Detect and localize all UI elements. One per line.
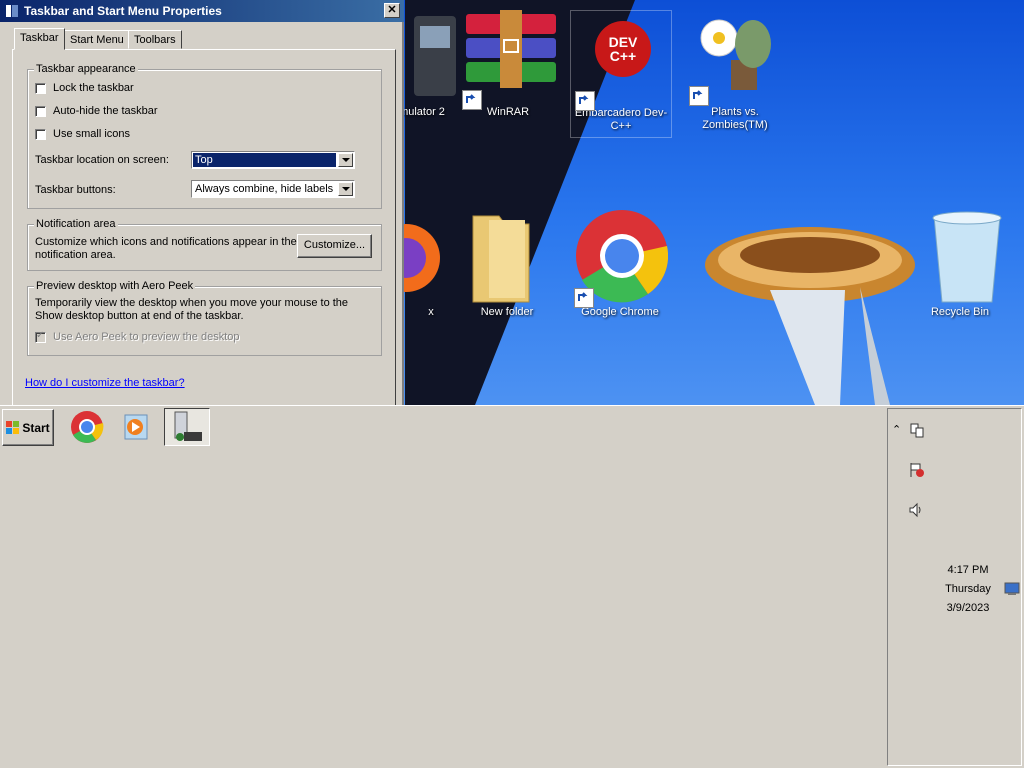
notification-description: Customize which icons and notifications … (35, 236, 297, 261)
checkbox-box[interactable] (35, 105, 46, 117)
help-link[interactable]: How do I customize the taskbar? (25, 377, 185, 389)
taskbar-buttons-value: Always combine, hide labels (195, 183, 334, 195)
network-icon[interactable] (908, 422, 926, 440)
close-button[interactable]: ✕ (384, 3, 400, 18)
group-title: Taskbar appearance (34, 63, 138, 75)
taskbar-button-control-panel[interactable] (164, 408, 210, 446)
notification-tray: ⌃ 4:17 PM Thursday 3/9/2023 (887, 408, 1022, 766)
tab-toolbars[interactable]: Toolbars (128, 30, 182, 49)
close-icon: ✕ (387, 4, 397, 16)
control-panel-icon (174, 411, 202, 441)
taskbar-button-media-player[interactable] (113, 408, 159, 446)
clock-day[interactable]: Thursday (928, 583, 1008, 595)
recycle-bin-icon (912, 210, 1008, 306)
checkbox-label: Use small icons (53, 128, 131, 140)
autohide-taskbar-checkbox[interactable]: Auto-hide the taskbar (35, 104, 158, 118)
button-label: Customize... (303, 239, 366, 251)
taskbar-buttons-select[interactable]: Always combine, hide labels (191, 180, 355, 198)
windows-logo-icon (6, 420, 20, 434)
shortcut-arrow-icon (575, 91, 595, 111)
shortcut-arrow-icon (689, 86, 709, 106)
checkbox-label: Use Aero Peek to preview the desktop (53, 331, 240, 343)
tab-label: Taskbar (20, 32, 59, 44)
checkbox-label: Auto-hide the taskbar (53, 105, 158, 117)
dialog-titlebar[interactable]: Taskbar and Start Menu Properties ✕ (0, 0, 404, 22)
group-title: Notification area (34, 218, 118, 230)
shortcut-arrow-icon (574, 288, 594, 308)
volume-icon[interactable] (908, 501, 926, 519)
location-value: Top (193, 153, 336, 167)
action-center-flag-icon[interactable] (908, 461, 926, 479)
chrome-icon (572, 210, 669, 308)
devcpp-badge: DEV C++ (608, 34, 638, 64)
tab-label: Toolbars (134, 34, 176, 46)
plants-vs-zombies-icon (687, 10, 783, 106)
taskbar-buttons-label: Taskbar buttons: (35, 184, 116, 196)
taskbar: Start ⌃ 4:17 PM Thursday 3/9/2023 (0, 405, 1024, 768)
checkbox-box[interactable] (35, 330, 46, 343)
desktop-icon-winrar[interactable]: WinRAR (458, 10, 558, 119)
desktop-icon-chrome[interactable]: Google Chrome (570, 210, 670, 319)
customize-button[interactable]: Customize... (297, 234, 372, 258)
aero-peek-checkbox[interactable]: Use Aero Peek to preview the desktop (35, 330, 240, 344)
show-desktop-icon[interactable] (1004, 582, 1020, 596)
lock-taskbar-checkbox[interactable]: Lock the taskbar (35, 81, 134, 95)
tab-taskbar[interactable]: Taskbar (14, 28, 65, 50)
location-label: Taskbar location on screen: (35, 154, 169, 166)
checkbox-box[interactable] (35, 128, 46, 140)
devcpp-icon: DEV C++ (573, 11, 669, 111)
desktop-icon-pvz[interactable]: Plants vs. Zombies(TM) (685, 10, 785, 132)
folder-icon (459, 210, 555, 306)
start-button[interactable]: Start (2, 409, 54, 446)
taskbar-properties-dialog: Taskbar and Start Menu Properties ✕ Task… (0, 0, 404, 405)
chevron-down-icon[interactable] (338, 182, 353, 196)
aero-peek-description: Temporarily view the desktop when you mo… (35, 297, 349, 322)
checkbox-label: Lock the taskbar (53, 82, 134, 94)
chevron-down-icon[interactable] (338, 153, 353, 167)
desktop-icon-label: Recycle Bin (930, 306, 990, 318)
taskbar-button-chrome[interactable] (64, 408, 110, 446)
desktop-icon-label: Plants vs. Zombies(TM) (702, 106, 768, 131)
clock-date[interactable]: 3/9/2023 (928, 602, 1008, 614)
shortcut-arrow-icon (462, 90, 482, 110)
tab-label: Start Menu (70, 34, 124, 46)
small-icons-checkbox[interactable]: Use small icons (35, 127, 130, 141)
location-select[interactable]: Top (191, 151, 355, 169)
group-title: Preview desktop with Aero Peek (34, 280, 196, 292)
desktop-icon-recycle-bin[interactable]: Recycle Bin (910, 210, 1010, 319)
clock-time[interactable]: 4:17 PM (928, 564, 1008, 576)
desktop-icon-label: New folder (480, 306, 534, 318)
start-label: Start (22, 420, 50, 435)
dialog-title: Taskbar and Start Menu Properties (24, 4, 222, 18)
media-player-icon (124, 414, 148, 440)
desktop-icon-new-folder[interactable]: New folder (457, 210, 557, 319)
tab-start-menu[interactable]: Start Menu (64, 30, 130, 49)
taskbar-properties-icon (6, 5, 18, 17)
winrar-icon (460, 10, 556, 110)
checkbox-box[interactable] (35, 82, 46, 94)
space-needle-image (705, 227, 915, 405)
chrome-icon (71, 411, 104, 443)
desktop-icon-devcpp[interactable]: DEV C++ Embarcadero Dev-C++ (570, 10, 672, 138)
